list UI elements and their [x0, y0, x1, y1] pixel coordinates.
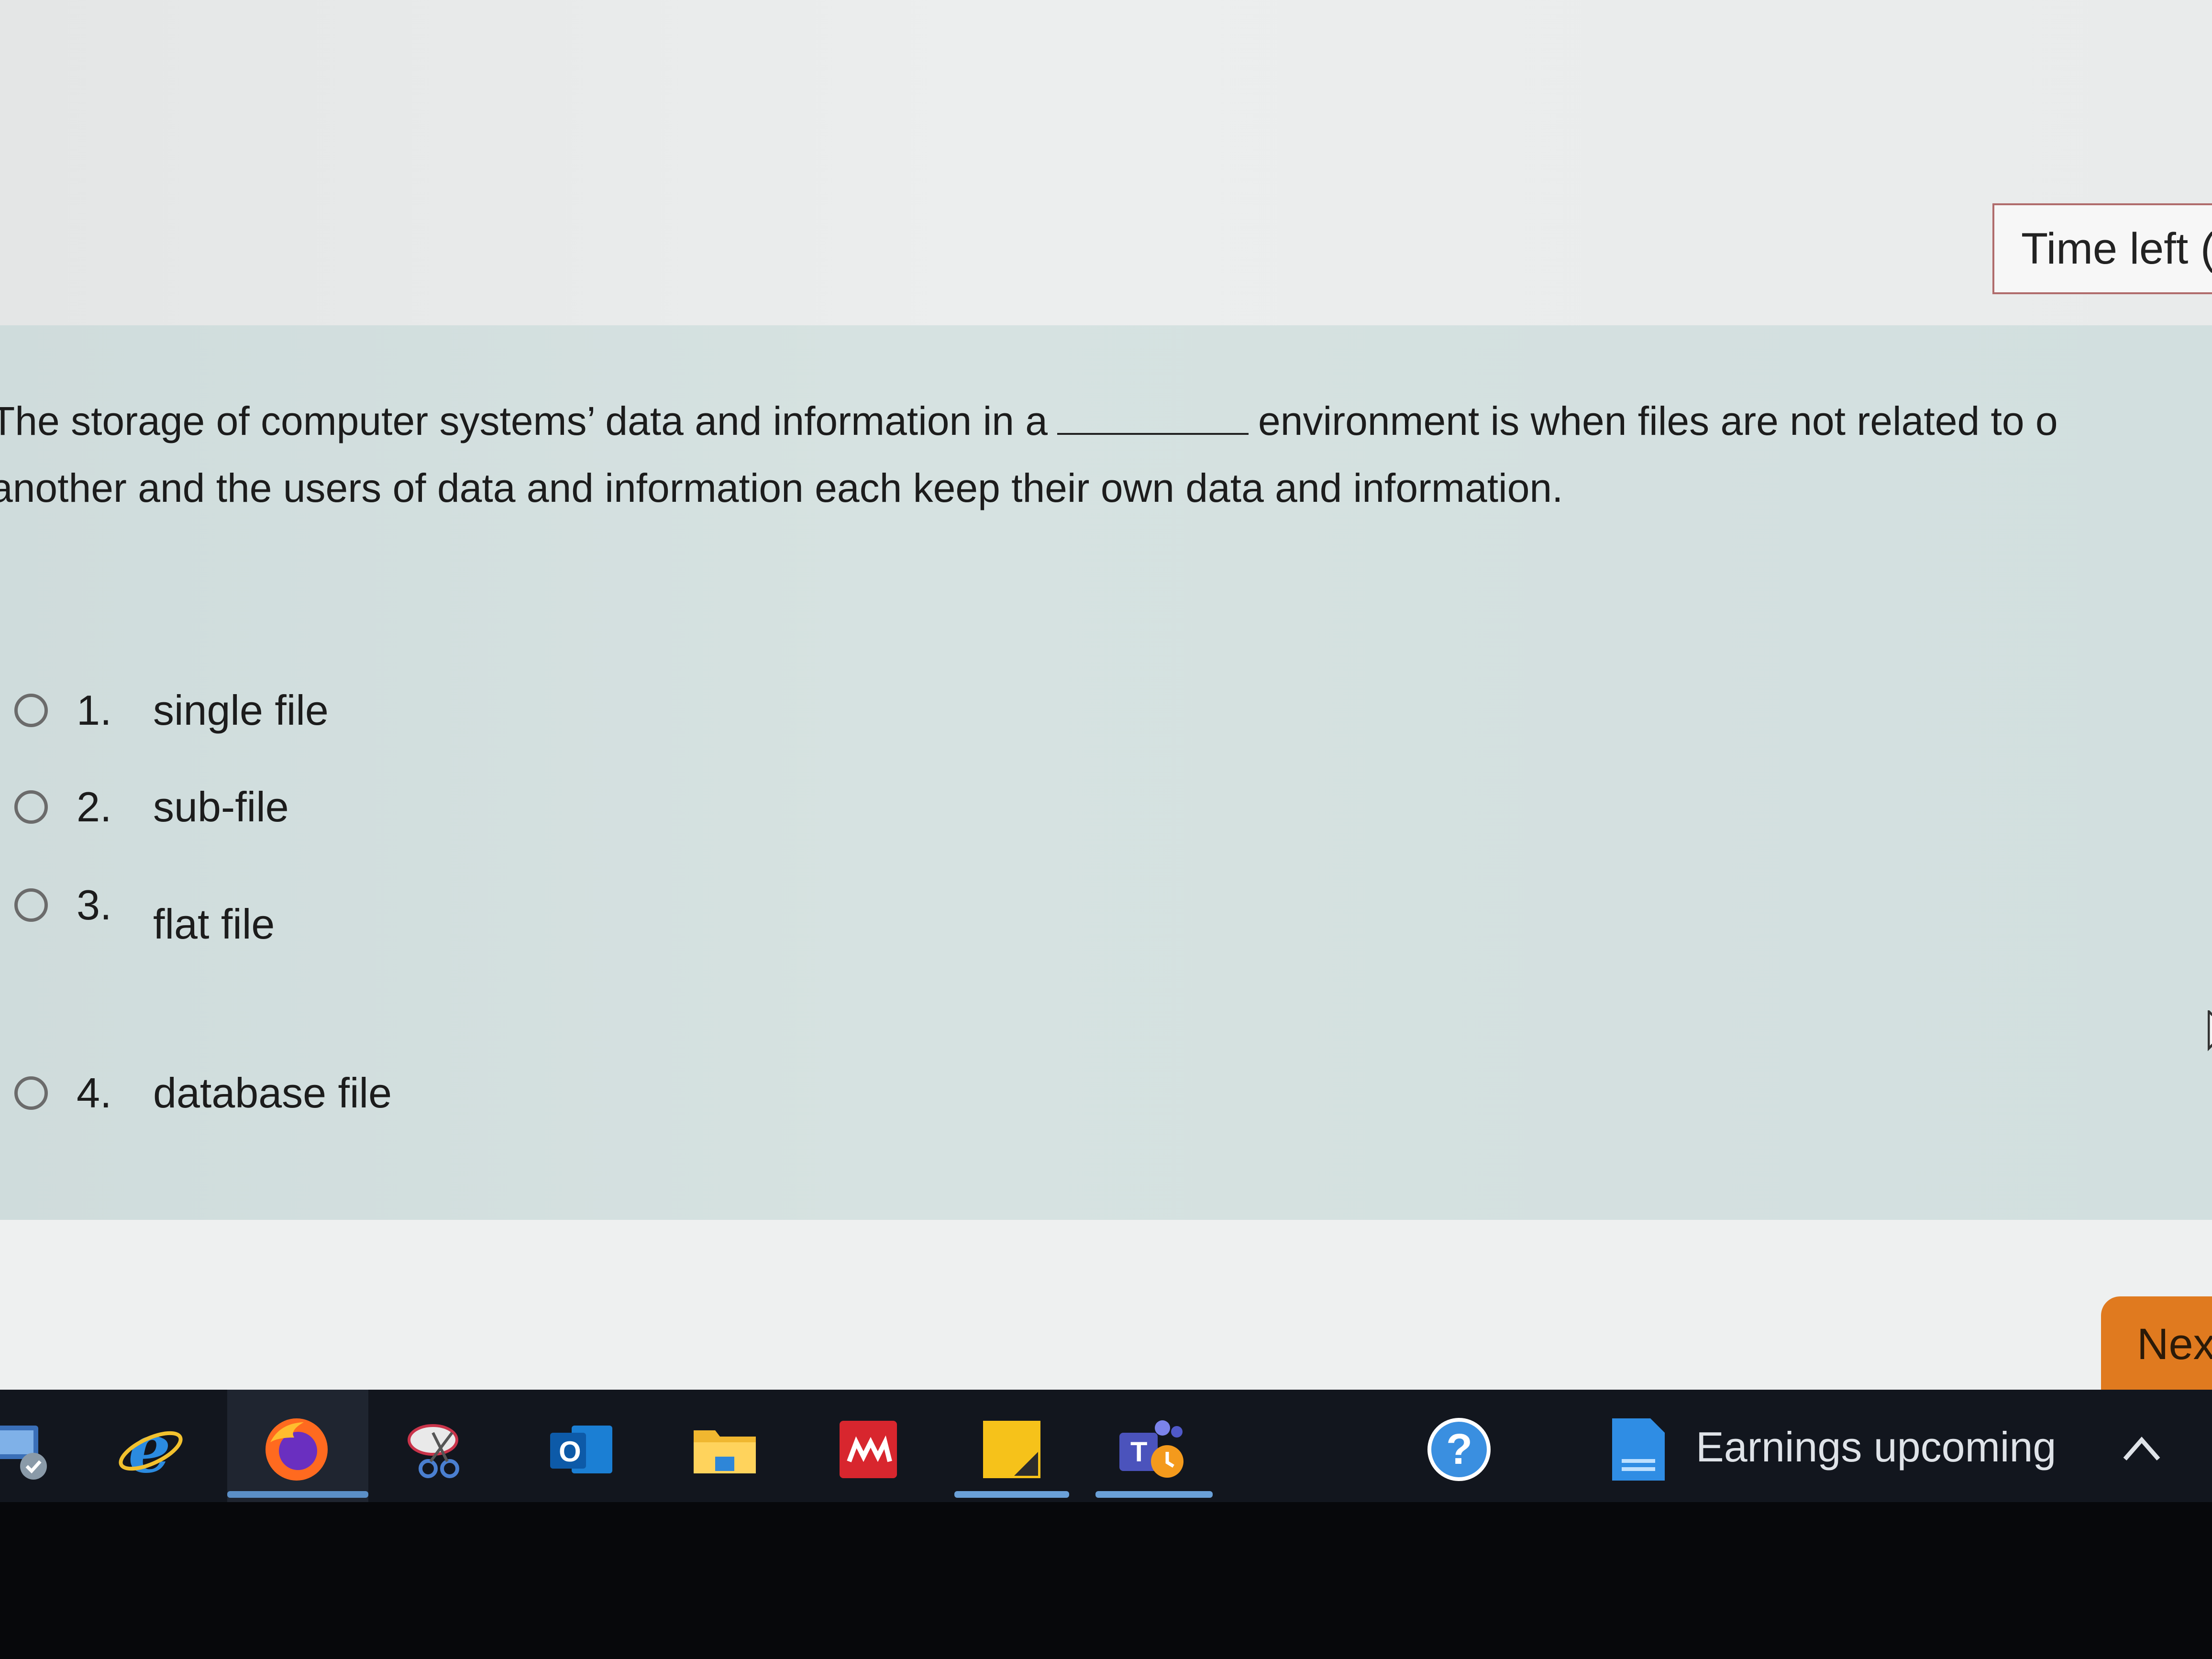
teams-running-indicator: [1095, 1491, 1213, 1498]
svg-text:T: T: [1130, 1437, 1147, 1468]
option-sub-file[interactable]: 2. sub-file: [14, 778, 289, 836]
radio-button-2[interactable]: [14, 790, 48, 824]
internet-explorer-icon[interactable]: e: [115, 1410, 187, 1488]
question-text: The storage of computer systems’ data an…: [0, 387, 2212, 521]
option-database-file[interactable]: 4. database file: [14, 1064, 392, 1122]
browser-viewport: Time left ( The storage of computer syst…: [0, 0, 2212, 1390]
question-line-1: The storage of computer systems’ data an…: [0, 387, 2212, 454]
sticky-notes-icon[interactable]: [976, 1414, 1048, 1485]
radio-button-3[interactable]: [14, 888, 48, 922]
option-label[interactable]: database file: [153, 1069, 392, 1117]
firefox-icon[interactable]: [261, 1414, 332, 1485]
option-number: 3.: [77, 881, 112, 929]
option-number: 2.: [77, 783, 112, 830]
sticky-notes-running-indicator: [954, 1491, 1069, 1498]
footer-area: [0, 1220, 2212, 1390]
header-area: Time left (: [0, 0, 2212, 325]
option-number: 4.: [77, 1069, 112, 1117]
question-text-after-blank: environment is when files are not relate…: [1258, 398, 2058, 443]
windows-taskbar: e O T ? Earnings upcoming: [0, 1390, 2212, 1502]
option-label[interactable]: single file: [153, 686, 329, 735]
option-flat-file[interactable]: 3. flat file: [14, 876, 275, 948]
snipping-tool-icon[interactable]: [404, 1414, 476, 1485]
firefox-running-indicator: [227, 1491, 368, 1498]
question-text-before-blank: The storage of computer systems’ data an…: [0, 398, 1048, 443]
teams-icon[interactable]: T: [1117, 1414, 1189, 1485]
option-number: 1.: [77, 686, 112, 734]
answer-blank: [1057, 433, 1249, 435]
time-left-indicator: Time left (: [1992, 203, 2212, 294]
outlook-icon[interactable]: O: [545, 1414, 617, 1485]
monitor-bezel: [0, 1502, 2212, 1659]
radio-button-1[interactable]: [14, 694, 48, 727]
red-app-icon[interactable]: [832, 1414, 904, 1485]
option-single-file[interactable]: 1. single file: [14, 682, 329, 739]
radio-button-4[interactable]: [14, 1076, 48, 1110]
file-explorer-icon[interactable]: [689, 1414, 761, 1485]
svg-text:?: ?: [1446, 1426, 1472, 1473]
option-label[interactable]: sub-file: [153, 783, 289, 831]
option-label[interactable]: flat file: [153, 900, 275, 949]
svg-text:e: e: [128, 1414, 171, 1485]
next-button[interactable]: Nex: [2101, 1296, 2212, 1390]
network-icon[interactable]: [0, 1414, 57, 1485]
weather-widget-icon[interactable]: [1603, 1414, 1674, 1485]
news-ticker-text[interactable]: Earnings upcoming: [1696, 1416, 2056, 1478]
chevron-up-icon[interactable]: [2120, 1428, 2163, 1471]
question-line-2: another and the users of data and inform…: [0, 465, 1563, 510]
question-panel: The storage of computer systems’ data an…: [0, 325, 2212, 1220]
help-icon[interactable]: ?: [1423, 1414, 1495, 1485]
svg-text:O: O: [559, 1436, 581, 1468]
